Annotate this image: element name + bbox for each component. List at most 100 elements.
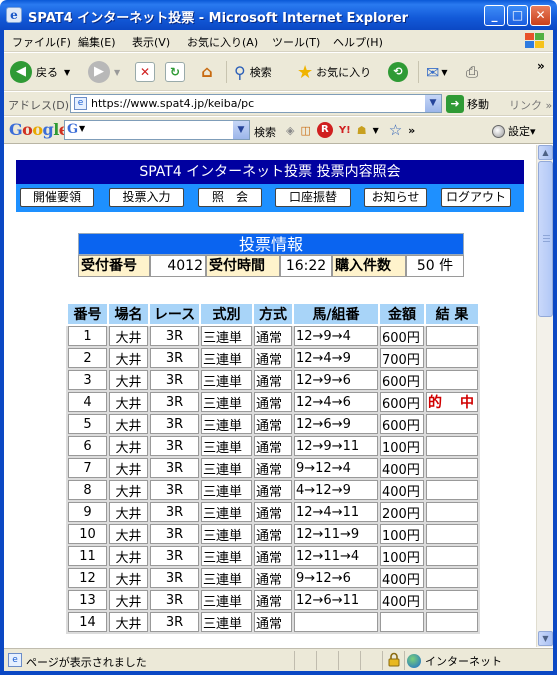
settings-button[interactable]: 設定▾ <box>492 123 536 139</box>
zone-label: インターネット <box>425 655 502 668</box>
mail-button[interactable]: ✉ ▼ <box>426 59 448 85</box>
menu-file[interactable]: ファイル(F) <box>12 34 71 50</box>
cell-combination: 9→12→6 <box>292 566 380 590</box>
cell-result <box>424 544 480 568</box>
back-button[interactable]: ◀ 戻る ▼ <box>10 59 70 85</box>
bookmark-dropdown-icon[interactable]: ▼ <box>373 126 379 135</box>
print-button[interactable]: ⎙ <box>466 59 478 85</box>
security-zone[interactable]: インターネット <box>407 653 502 669</box>
nav-kaisai-button[interactable]: 開催要領 <box>20 188 94 207</box>
highlight-icon[interactable]: ◈ <box>286 124 294 137</box>
cell-bet-type: 三連単 <box>199 544 254 568</box>
cell-amount: 600円 <box>378 390 426 414</box>
lock-icon[interactable] <box>387 652 401 667</box>
menu-help[interactable]: ヘルプ(H) <box>333 34 383 50</box>
google-search-button[interactable]: 検索 <box>254 124 276 140</box>
cell-result <box>424 434 480 458</box>
nav-notice-button[interactable]: お知らせ <box>364 188 427 207</box>
favorite-star-outline-icon[interactable]: ☆ <box>389 121 402 139</box>
vertical-scrollbar[interactable]: ▲ ▼ <box>536 145 553 647</box>
search-button[interactable]: ⚲ 検索 <box>234 59 272 85</box>
ie-icon: e <box>6 7 22 23</box>
google-overflow[interactable]: » <box>408 124 415 137</box>
google-g-dropdown-icon[interactable]: ▼ <box>79 124 85 133</box>
r-icon[interactable]: R <box>316 122 333 138</box>
toolbar-overflow[interactable]: » <box>537 59 545 73</box>
cell-combination: 4→12→9 <box>292 478 380 502</box>
menu-view[interactable]: 表示(V) <box>132 34 170 50</box>
cell-method: 通常 <box>252 434 294 458</box>
cell-result <box>424 566 480 590</box>
status-pane <box>404 651 405 670</box>
cell-venue: 大井 <box>107 434 150 458</box>
stop-button[interactable]: ✕ <box>135 59 155 85</box>
cell-result <box>424 368 480 392</box>
nav-inquiry-button[interactable]: 照 会 <box>198 188 262 207</box>
status-pane <box>360 651 361 670</box>
address-input[interactable]: e https://www.spat4.jp/keiba/pc ▼ <box>70 94 442 113</box>
history-button[interactable]: ⟲ <box>388 59 408 85</box>
status-message: ページが表示されました <box>26 656 147 669</box>
close-button[interactable]: ✕ <box>530 5 551 26</box>
cell-venue: 大井 <box>107 522 150 546</box>
google-search-input[interactable]: G ▼ ▼ <box>64 120 250 140</box>
google-dropdown-icon[interactable]: ▼ <box>233 121 249 139</box>
window-frame-right <box>553 30 557 675</box>
nav-vote-input-button[interactable]: 投票入力 <box>109 188 184 207</box>
purchase-count-value: 50 件 <box>406 255 464 277</box>
cell-method: 通常 <box>252 368 294 392</box>
mail-dropdown-icon[interactable]: ▼ <box>441 68 447 77</box>
cell-venue: 大井 <box>107 456 150 480</box>
nav-logout-button[interactable]: ログアウト <box>441 188 511 207</box>
scroll-down-icon[interactable]: ▼ <box>538 631 553 646</box>
cell-method: 通常 <box>252 346 294 370</box>
window-frame-bottom <box>0 671 557 675</box>
scroll-up-icon[interactable]: ▲ <box>538 145 553 160</box>
cell-amount <box>378 610 426 634</box>
cell-number: 4 <box>66 390 109 414</box>
cell-bet-type: 三連単 <box>199 368 254 392</box>
col-method: 方式 <box>252 302 294 326</box>
menu-edit[interactable]: 編集(E) <box>78 34 116 50</box>
star-icon: ★ <box>297 61 314 83</box>
status-pane <box>382 651 383 670</box>
pagerank-icon[interactable]: ◫ <box>300 124 310 137</box>
go-button[interactable]: ➜ 移動 <box>446 95 489 113</box>
refresh-button[interactable]: ↻ <box>165 59 185 85</box>
bets-table-header: 番号 場名 レース 式別 方式 馬/組番 金額 結 果 <box>66 302 480 326</box>
menu-tools[interactable]: ツール(T) <box>272 34 320 50</box>
forward-dropdown-icon[interactable]: ▼ <box>114 68 120 77</box>
toolbar-separator <box>226 61 227 83</box>
forward-button[interactable]: ▶ ▼ <box>88 59 120 85</box>
menu-bar: ファイル(F) 編集(E) 表示(V) お気に入り(A) ツール(T) ヘルプ(… <box>4 30 553 52</box>
address-dropdown-icon[interactable]: ▼ <box>425 95 441 112</box>
cell-venue: 大井 <box>107 544 150 568</box>
nav-transfer-button[interactable]: 口座振替 <box>275 188 351 207</box>
cell-combination <box>292 610 380 634</box>
cell-combination: 12→11→9 <box>292 522 380 546</box>
cell-number: 14 <box>66 610 109 634</box>
favorites-button[interactable]: ★ お気に入り <box>297 59 371 85</box>
cell-venue: 大井 <box>107 588 150 612</box>
scroll-thumb[interactable] <box>538 161 553 317</box>
maximize-button[interactable]: □ <box>507 5 528 26</box>
cell-bet-type: 三連単 <box>199 346 254 370</box>
yahoo-icon[interactable]: Y! <box>339 125 351 136</box>
bookmark-icon[interactable]: ☗ <box>357 124 367 137</box>
minimize-button[interactable]: _ <box>484 5 505 26</box>
settings-radio-icon <box>492 124 505 138</box>
grip-line <box>543 235 550 236</box>
cell-number: 9 <box>66 500 109 524</box>
cell-number: 12 <box>66 566 109 590</box>
google-logo[interactable]: Google <box>9 120 69 139</box>
window-title-bar[interactable]: e SPAT4 インターネット投票 - Microsoft Internet E… <box>0 0 557 30</box>
cell-bet-type: 三連単 <box>199 412 254 436</box>
links-button[interactable]: リンク » <box>509 97 552 113</box>
back-dropdown-icon[interactable]: ▼ <box>64 68 70 77</box>
cell-race: 3R <box>148 478 201 502</box>
menu-favorites[interactable]: お気に入り(A) <box>187 34 258 50</box>
home-button[interactable]: ⌂ <box>197 59 217 85</box>
bets-table: 番号 場名 レース 式別 方式 馬/組番 金額 結 果 1 大井 3R 三連単 通常 12… <box>66 302 480 634</box>
table-row: 1 大井 3R 三連単 通常 12→9→4 600円 <box>66 324 480 348</box>
cell-race: 3R <box>148 346 201 370</box>
